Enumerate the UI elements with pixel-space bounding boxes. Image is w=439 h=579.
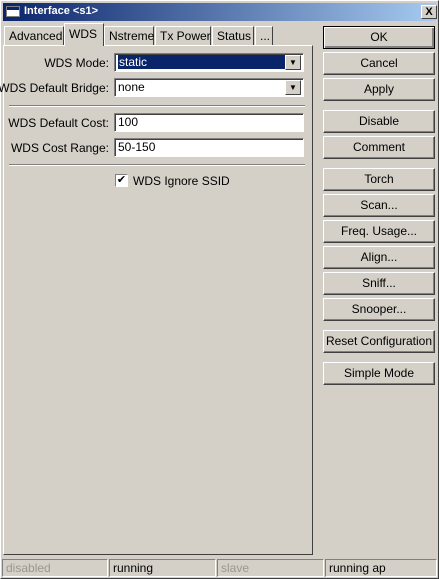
tab-advanced[interactable]: Advanced [4, 26, 64, 46]
status-slave: slave [217, 559, 324, 577]
window-title: Interface <s1> [24, 5, 98, 17]
wds-mode-dropdown-icon[interactable]: ▼ [285, 55, 301, 70]
wds-ignore-ssid-label: WDS Ignore SSID [133, 174, 230, 188]
tab-nstreme[interactable]: Nstreme [104, 26, 154, 46]
interface-window: Interface <s1> X Advanced WDS Nstreme Tx… [0, 0, 439, 579]
align-button[interactable]: Align... [323, 246, 435, 269]
separator [9, 164, 305, 166]
freq-usage-button[interactable]: Freq. Usage... [323, 220, 435, 243]
torch-button[interactable]: Torch [323, 168, 435, 191]
status-running: running [109, 559, 216, 577]
cancel-button[interactable]: Cancel [323, 52, 435, 75]
wds-cost-range-input[interactable]: 50-150 [114, 138, 304, 157]
reset-configuration-button[interactable]: Reset Configuration [323, 330, 435, 353]
wds-default-cost-label: WDS Default Cost: [8, 116, 109, 130]
wds-default-cost-input[interactable]: 100 [114, 113, 304, 132]
separator [9, 105, 305, 107]
status-running-ap: running ap [325, 559, 437, 577]
wds-mode-value: static [118, 55, 300, 69]
close-button[interactable]: X [421, 5, 437, 19]
status-disabled: disabled [2, 559, 108, 577]
simple-mode-button[interactable]: Simple Mode [323, 362, 435, 385]
sniff-button[interactable]: Sniff... [323, 272, 435, 295]
wds-mode-label: WDS Mode: [44, 56, 109, 70]
tab-tx-power[interactable]: Tx Power [155, 26, 211, 46]
wds-ignore-ssid-checkbox[interactable]: ✔ [115, 174, 128, 187]
disable-button[interactable]: Disable [323, 110, 435, 133]
wds-default-bridge-select[interactable]: none ▼ [114, 78, 304, 97]
wds-default-bridge-label: WDS Default Bridge: [0, 81, 109, 95]
title-bar[interactable]: Interface <s1> X [3, 3, 437, 21]
tab-more[interactable]: ... [255, 26, 273, 46]
wds-mode-select[interactable]: static ▼ [114, 53, 304, 72]
wds-cost-range-label: WDS Cost Range: [10, 141, 109, 155]
wds-default-bridge-dropdown-icon[interactable]: ▼ [285, 80, 301, 95]
tab-wds[interactable]: WDS [64, 23, 104, 46]
wds-default-bridge-value: none [118, 80, 145, 94]
tab-status[interactable]: Status [212, 26, 254, 46]
snooper-button[interactable]: Snooper... [323, 298, 435, 321]
scan-button[interactable]: Scan... [323, 194, 435, 217]
window-icon [6, 6, 20, 17]
ok-button[interactable]: OK [323, 26, 435, 49]
apply-button[interactable]: Apply [323, 78, 435, 101]
comment-button[interactable]: Comment [323, 136, 435, 159]
